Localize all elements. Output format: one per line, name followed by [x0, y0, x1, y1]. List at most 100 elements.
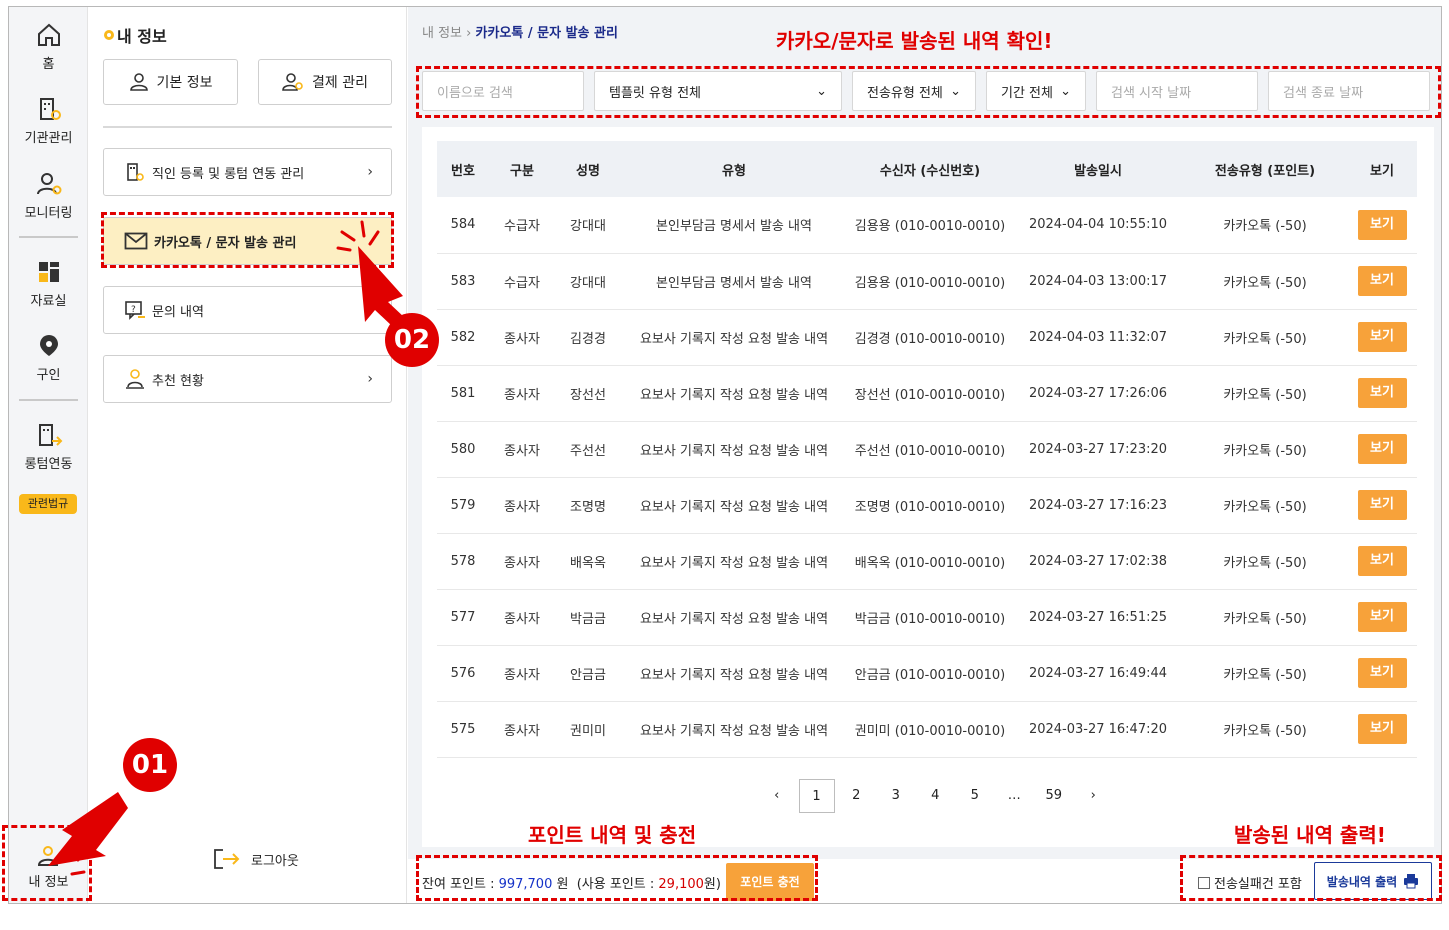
cell-sent-at: 2024-03-27 16:51:25: [1028, 609, 1168, 625]
cell-number: 581: [450, 385, 476, 401]
cell-sent-at: 2024-03-27 17:02:38: [1028, 553, 1168, 569]
view-button[interactable]: 보기: [1357, 490, 1407, 520]
cell-number: 576: [450, 665, 476, 681]
cell-send-type: 카카오톡 (-50): [1223, 611, 1307, 627]
cell-name: 장선선: [570, 387, 606, 403]
cell-number: 578: [450, 553, 476, 569]
page-button[interactable]: 1: [798, 779, 835, 813]
app-window: 홈 기관관리 모니터링 자료실 구인 롱텀연동 관련법규 내 정보 내 정보 기…: [8, 6, 1442, 904]
view-button[interactable]: 보기: [1357, 434, 1407, 464]
nav-home[interactable]: 홈: [9, 21, 88, 72]
cell-category: 종사자: [504, 331, 540, 347]
cell-type: 요보사 기록지 작성 요청 발송 내역: [639, 555, 829, 571]
cell-category: 수급자: [504, 219, 540, 235]
cell-view: 보기: [1347, 533, 1417, 589]
cell-type: 요보사 기록지 작성 요청 발송 내역: [639, 611, 829, 627]
cell-recipient: 김경경 (010-0010-0010): [854, 331, 1006, 347]
col-send-type: 전송유형 (포인트): [1214, 163, 1316, 179]
table-row: 580 종사자 주선선 요보사 기록지 작성 요청 발송 내역 주선선 (010-001…: [437, 421, 1417, 477]
cell-category: 종사자: [504, 443, 540, 459]
user-gear-icon: [36, 173, 61, 195]
breadcrumb-current: 카카오톡 / 문자 발송 관리: [475, 26, 618, 41]
cell-type: 요보사 기록지 작성 요청 발송 내역: [639, 331, 829, 347]
table-row: 583 수급자 강대대 본인부담금 명세서 발송 내역 김용용 (010-0010-00…: [437, 253, 1417, 309]
view-button[interactable]: 보기: [1357, 714, 1407, 744]
question-chat-icon: ?: [125, 301, 145, 320]
cell-view: 보기: [1347, 253, 1417, 309]
table-row: 576 종사자 안금금 요보사 기록지 작성 요청 발송 내역 안금금 (010-001…: [437, 645, 1417, 701]
cell-view: 보기: [1347, 197, 1417, 253]
view-button[interactable]: 보기: [1357, 266, 1407, 296]
page-button[interactable]: 5: [955, 779, 995, 813]
cell-recipient: 김용용 (010-0010-0010): [854, 219, 1006, 235]
cell-send-type: 카카오톡 (-50): [1223, 331, 1307, 347]
page-button[interactable]: 4: [916, 779, 956, 813]
page-button[interactable]: 59: [1034, 779, 1074, 813]
nav-divider: [19, 236, 78, 238]
annotation-nav-box: [2, 825, 92, 901]
view-button[interactable]: 보기: [1357, 322, 1407, 352]
cell-category: 종사자: [504, 611, 540, 627]
law-badge[interactable]: 관련법규: [19, 494, 77, 514]
annotation-menu-box: [101, 212, 394, 268]
breadcrumb-root[interactable]: 내 정보: [422, 26, 462, 41]
cell-category: 종사자: [504, 667, 540, 683]
view-button[interactable]: 보기: [1357, 378, 1407, 408]
col-category: 구분: [510, 163, 534, 179]
col-sent-at: 발송일시: [1074, 163, 1122, 179]
cell-send-type: 카카오톡 (-50): [1223, 555, 1307, 571]
cell-type: 요보사 기록지 작성 요청 발송 내역: [639, 723, 829, 739]
cell-send-type: 카카오톡 (-50): [1223, 219, 1307, 235]
table-row: 581 종사자 장선선 요보사 기록지 작성 요청 발송 내역 장선선 (010-001…: [437, 365, 1417, 421]
cell-number: 575: [450, 721, 476, 737]
annotation-points-box: [416, 855, 818, 901]
view-button[interactable]: 보기: [1357, 546, 1407, 576]
page-ellipsis[interactable]: …: [995, 779, 1035, 813]
menu-inquiry[interactable]: ? 문의 내역 ›: [103, 286, 392, 334]
nav-jobs[interactable]: 구인: [9, 332, 88, 383]
view-button[interactable]: 보기: [1357, 658, 1407, 688]
history-card: 번호 구분 성명 유형 수신자 (수신번호) 발송일시 전송유형 (포인트) 보…: [422, 127, 1434, 847]
nav-monitoring[interactable]: 모니터링: [9, 170, 88, 221]
page-button[interactable]: 2: [837, 779, 877, 813]
menu-seal-ltc[interactable]: 직인 등록 및 롱텀 연동 관리 ›: [103, 148, 392, 196]
col-view: 보기: [1370, 163, 1394, 179]
grid-icon: [38, 262, 59, 282]
side-divider: [103, 126, 392, 128]
building-gear-icon: [127, 163, 144, 181]
annotation-top-label: 카카오/문자로 발송된 내역 확인!: [776, 29, 1053, 53]
table-row: 575 종사자 권미미 요보사 기록지 작성 요청 발송 내역 권미미 (010-001…: [437, 701, 1417, 757]
main-content: 내 정보 › 카카오톡 / 문자 발송 관리 이름으로 검색 템플릿 유형 전체…: [408, 7, 1441, 903]
cell-view: 보기: [1347, 645, 1417, 701]
cell-recipient: 박금금 (010-0010-0010): [854, 611, 1006, 627]
send-history-table: 번호 구분 성명 유형 수신자 (수신번호) 발송일시 전송유형 (포인트) 보…: [437, 141, 1417, 758]
cell-recipient: 조명명 (010-0010-0010): [854, 499, 1006, 515]
page-button[interactable]: 3: [876, 779, 916, 813]
menu-referral[interactable]: 추천 현황 ›: [103, 355, 392, 403]
breadcrumb-separator-icon: ›: [466, 26, 476, 41]
nav-divider: [19, 399, 78, 401]
table-header-row: 번호 구분 성명 유형 수신자 (수신번호) 발송일시 전송유형 (포인트) 보…: [437, 141, 1417, 197]
cell-type: 본인부담금 명세서 발송 내역: [656, 219, 812, 235]
step-2-badge: 02: [385, 313, 439, 367]
cell-category: 종사자: [504, 499, 540, 515]
nav-ltc-link[interactable]: 롱텀연동: [9, 421, 88, 472]
annotation-filter-box: [416, 66, 1441, 118]
cell-recipient: 주선선 (010-0010-0010): [854, 443, 1006, 459]
view-button[interactable]: 보기: [1357, 602, 1407, 632]
user-podium-icon: [126, 369, 144, 389]
cell-view: 보기: [1347, 477, 1417, 533]
prev-page-icon[interactable]: ‹: [757, 779, 797, 813]
annotation-points-label: 포인트 내역 및 충전: [528, 823, 697, 847]
building-gear-icon: [39, 98, 61, 120]
basic-info-button[interactable]: 기본 정보: [103, 59, 238, 105]
logout-button[interactable]: 로그아웃: [213, 848, 299, 870]
payment-button[interactable]: 결제 관리: [258, 59, 392, 105]
table-body: 584 수급자 강대대 본인부담금 명세서 발송 내역 김용용 (010-0010-00…: [437, 197, 1417, 757]
next-page-icon[interactable]: ›: [1074, 779, 1114, 813]
cell-number: 579: [450, 497, 476, 513]
view-button[interactable]: 보기: [1357, 209, 1407, 240]
svg-text:?: ?: [131, 305, 136, 315]
nav-institution[interactable]: 기관관리: [9, 95, 88, 146]
nav-archive[interactable]: 자료실: [9, 258, 88, 309]
